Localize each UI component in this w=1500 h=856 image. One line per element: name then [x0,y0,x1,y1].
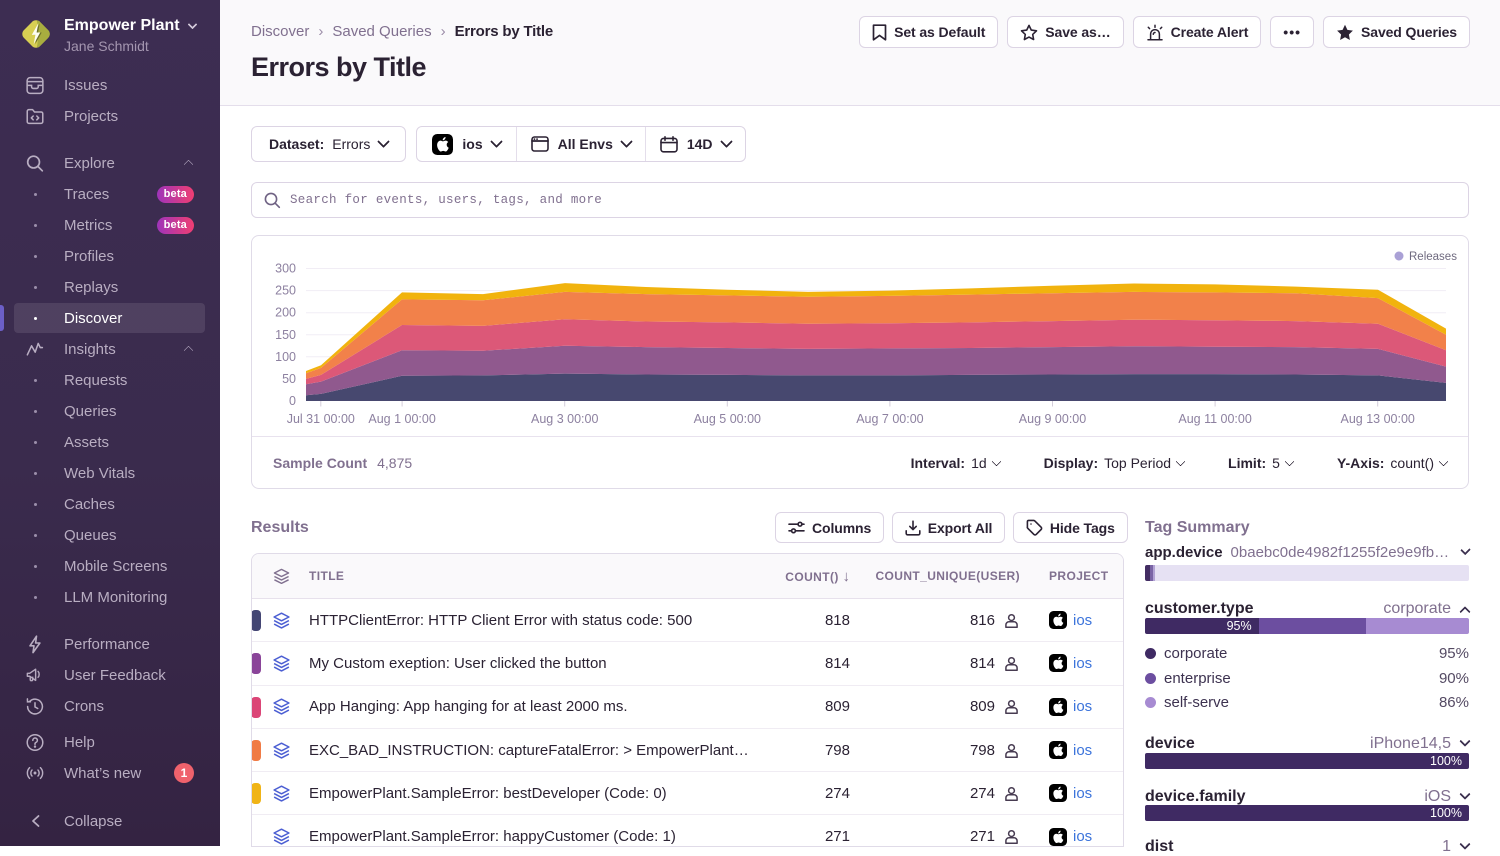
svg-text:0: 0 [289,394,296,408]
svg-text:Jul 31 00:00: Jul 31 00:00 [287,412,355,426]
svg-text:150: 150 [275,328,296,342]
svg-text:Aug 3 00:00: Aug 3 00:00 [531,412,598,426]
svg-text:300: 300 [275,262,296,276]
svg-text:Aug 11 00:00: Aug 11 00:00 [1178,412,1251,426]
svg-text:200: 200 [275,306,296,320]
svg-text:100: 100 [275,350,296,364]
svg-text:50: 50 [282,372,296,386]
svg-text:250: 250 [275,284,296,298]
svg-text:Aug 9 00:00: Aug 9 00:00 [1019,412,1086,426]
svg-text:Aug 7 00:00: Aug 7 00:00 [856,412,923,426]
svg-text:Aug 5 00:00: Aug 5 00:00 [694,412,761,426]
svg-text:Aug 13 00:00: Aug 13 00:00 [1341,412,1415,426]
svg-text:Aug 1 00:00: Aug 1 00:00 [368,412,435,426]
svg-text:Releases: Releases [1409,251,1457,263]
